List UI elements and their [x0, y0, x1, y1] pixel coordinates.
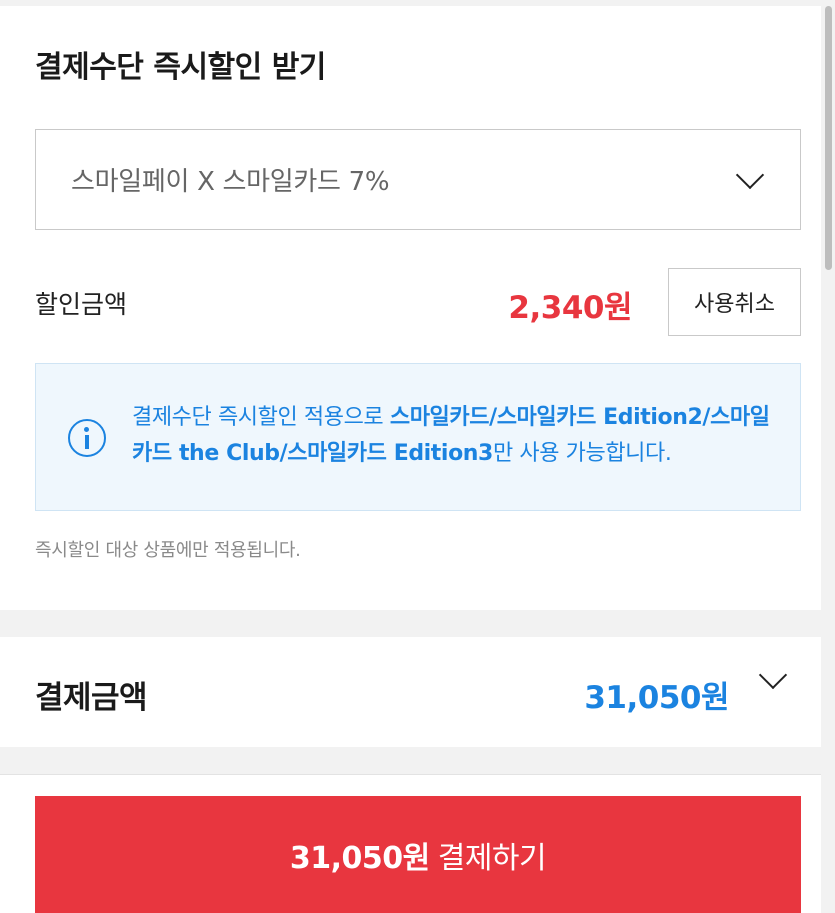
checkout-page: 결제수단 즉시할인 받기 스마일페이 X 스마일카드 7% 할인금액 2,340… [0, 0, 835, 913]
total-amount: 31,050원 [584, 680, 729, 716]
payment-method-select[interactable]: 스마일페이 X 스마일카드 7% [35, 129, 801, 230]
chevron-down-icon [735, 160, 765, 189]
info-icon [68, 419, 106, 457]
pay-button-label: 결제하기 [437, 840, 547, 876]
cancel-discount-button[interactable]: 사용취소 [668, 268, 801, 336]
pay-button-amount: 31,050원 [289, 840, 430, 876]
pay-button[interactable]: 31,050원 결제하기 [35, 796, 801, 913]
discount-footnote: 즉시할인 대상 상품에만 적용됩니다. [35, 540, 301, 561]
discount-amount: 2,340원 [508, 290, 632, 326]
scrollbar-track[interactable] [821, 0, 835, 913]
total-amount-row[interactable]: 결제금액 31,050원 [0, 637, 821, 747]
section-divider [0, 610, 835, 637]
section-divider [0, 747, 835, 774]
total-label: 결제금액 [35, 680, 148, 716]
chevron-down-icon [758, 660, 788, 690]
discount-label: 할인금액 [35, 290, 128, 319]
top-divider [0, 0, 835, 6]
notice-text-part: 만 사용 가능합니다. [492, 441, 672, 466]
card-notice-box: 결제수단 즉시할인 적용으로 스마일카드/스마일카드 Edition2/스마일카… [35, 363, 801, 511]
selected-payment-method: 스마일페이 X 스마일카드 7% [71, 167, 390, 197]
section-title: 결제수단 즉시할인 받기 [35, 50, 326, 85]
scrollbar-thumb[interactable] [825, 6, 832, 270]
notice-text-part: 결제수단 즉시할인 적용으로 [132, 405, 390, 430]
notice-text: 결제수단 즉시할인 적용으로 스마일카드/스마일카드 Edition2/스마일카… [132, 400, 782, 472]
